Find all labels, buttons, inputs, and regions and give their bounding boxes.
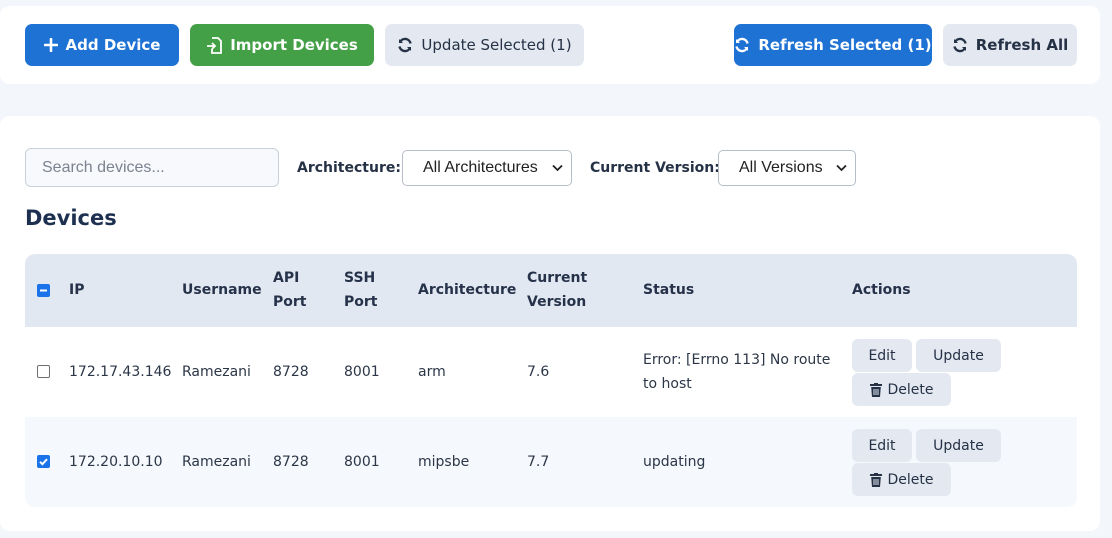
import-devices-button[interactable]: Import Devices [190,24,374,66]
update-selected-label: Update Selected (1) [421,36,572,54]
plus-icon [43,38,58,52]
chevron-down-icon [552,164,563,172]
update-label: Update [933,437,984,454]
checkmark-icon [39,458,48,466]
delete-button[interactable]: Delete [852,463,951,496]
toolbar: Add Device Import Devices Update Selecte… [0,6,1100,84]
header-ssh-port-line1: SSH [344,270,376,286]
status-line1: Error: [Errno 113] No route [643,352,831,368]
cell-status: Error: [Errno 113] No route to host [643,348,830,396]
add-device-button[interactable]: Add Device [25,24,179,66]
architecture-select-value: All Architectures [423,159,538,176]
add-device-label: Add Device [65,36,161,54]
header-api-port: API Port [273,266,306,314]
minus-icon [40,289,47,292]
cell-ssh-port: 8001 [344,364,380,380]
header-current-version: Current Version [527,266,587,314]
devices-title: Devices [25,206,117,230]
update-button[interactable]: Update [916,339,1001,372]
architecture-filter-label: Architecture: [297,160,401,176]
cell-ip: 172.17.43.146 [69,364,172,380]
header-version-line1: Current [527,270,588,286]
header-api-port-line2: Port [273,294,307,310]
cell-api-port: 8728 [273,454,309,470]
sync-icon [398,37,413,53]
update-selected-button[interactable]: Update Selected (1) [385,24,584,66]
file-import-icon [207,36,223,54]
search-input[interactable] [25,148,279,187]
row-checkbox[interactable] [37,455,50,468]
delete-button[interactable]: Delete [852,373,951,406]
update-button[interactable]: Update [916,429,1001,462]
import-devices-label: Import Devices [230,36,358,54]
edit-label: Edit [868,437,896,454]
refresh-selected-button[interactable]: Refresh Selected (1) [734,24,932,66]
version-filter-label: Current Version: [590,160,720,176]
edit-label: Edit [868,347,896,364]
version-select-value: All Versions [739,159,823,176]
cell-version: 7.7 [527,454,550,470]
status-line2: to host [643,376,692,392]
edit-button[interactable]: Edit [852,339,912,372]
cell-version: 7.6 [527,364,550,380]
cell-architecture: arm [418,364,446,380]
header-actions: Actions [852,282,911,298]
table-row: 172.20.10.10 Ramezani 8728 8001 mipsbe 7… [25,417,1077,507]
status-line1: updating [643,454,706,470]
delete-label: Delete [887,471,934,488]
sync-icon [953,37,967,53]
update-label: Update [933,347,984,364]
edit-button[interactable]: Edit [852,429,912,462]
header-architecture: Architecture [418,282,517,298]
refresh-all-button[interactable]: Refresh All [943,24,1077,66]
refresh-selected-label: Refresh Selected (1) [758,36,932,54]
delete-label: Delete [887,381,934,398]
cell-architecture: mipsbe [418,454,470,470]
row-checkbox[interactable] [37,365,50,378]
table-row: 172.17.43.146 Ramezani 8728 8001 arm 7.6… [25,327,1077,417]
cell-ip: 172.20.10.10 [69,454,163,470]
cell-status: updating [643,450,705,474]
version-select[interactable]: All Versions [718,150,856,186]
header-api-port-line1: API [273,270,300,286]
header-version-line2: Version [527,294,587,310]
header-ssh-port: SSH Port [344,266,377,314]
cell-username: Ramezani [182,454,251,470]
select-all-checkbox[interactable] [37,284,50,297]
trash-icon [869,382,882,397]
table-header: IP Username API Port SSH Port Architectu… [25,254,1077,327]
trash-icon [869,472,882,487]
header-ip: IP [69,282,85,298]
sync-icon [735,37,750,53]
header-ssh-port-line2: Port [344,294,378,310]
devices-panel: Architecture: All Architectures Current … [0,116,1100,531]
header-status: Status [643,282,695,298]
chevron-down-icon [836,164,847,172]
refresh-all-label: Refresh All [975,36,1069,54]
cell-ssh-port: 8001 [344,454,380,470]
architecture-select[interactable]: All Architectures [402,150,572,186]
cell-api-port: 8728 [273,364,309,380]
header-username: Username [182,282,262,298]
cell-username: Ramezani [182,364,251,380]
